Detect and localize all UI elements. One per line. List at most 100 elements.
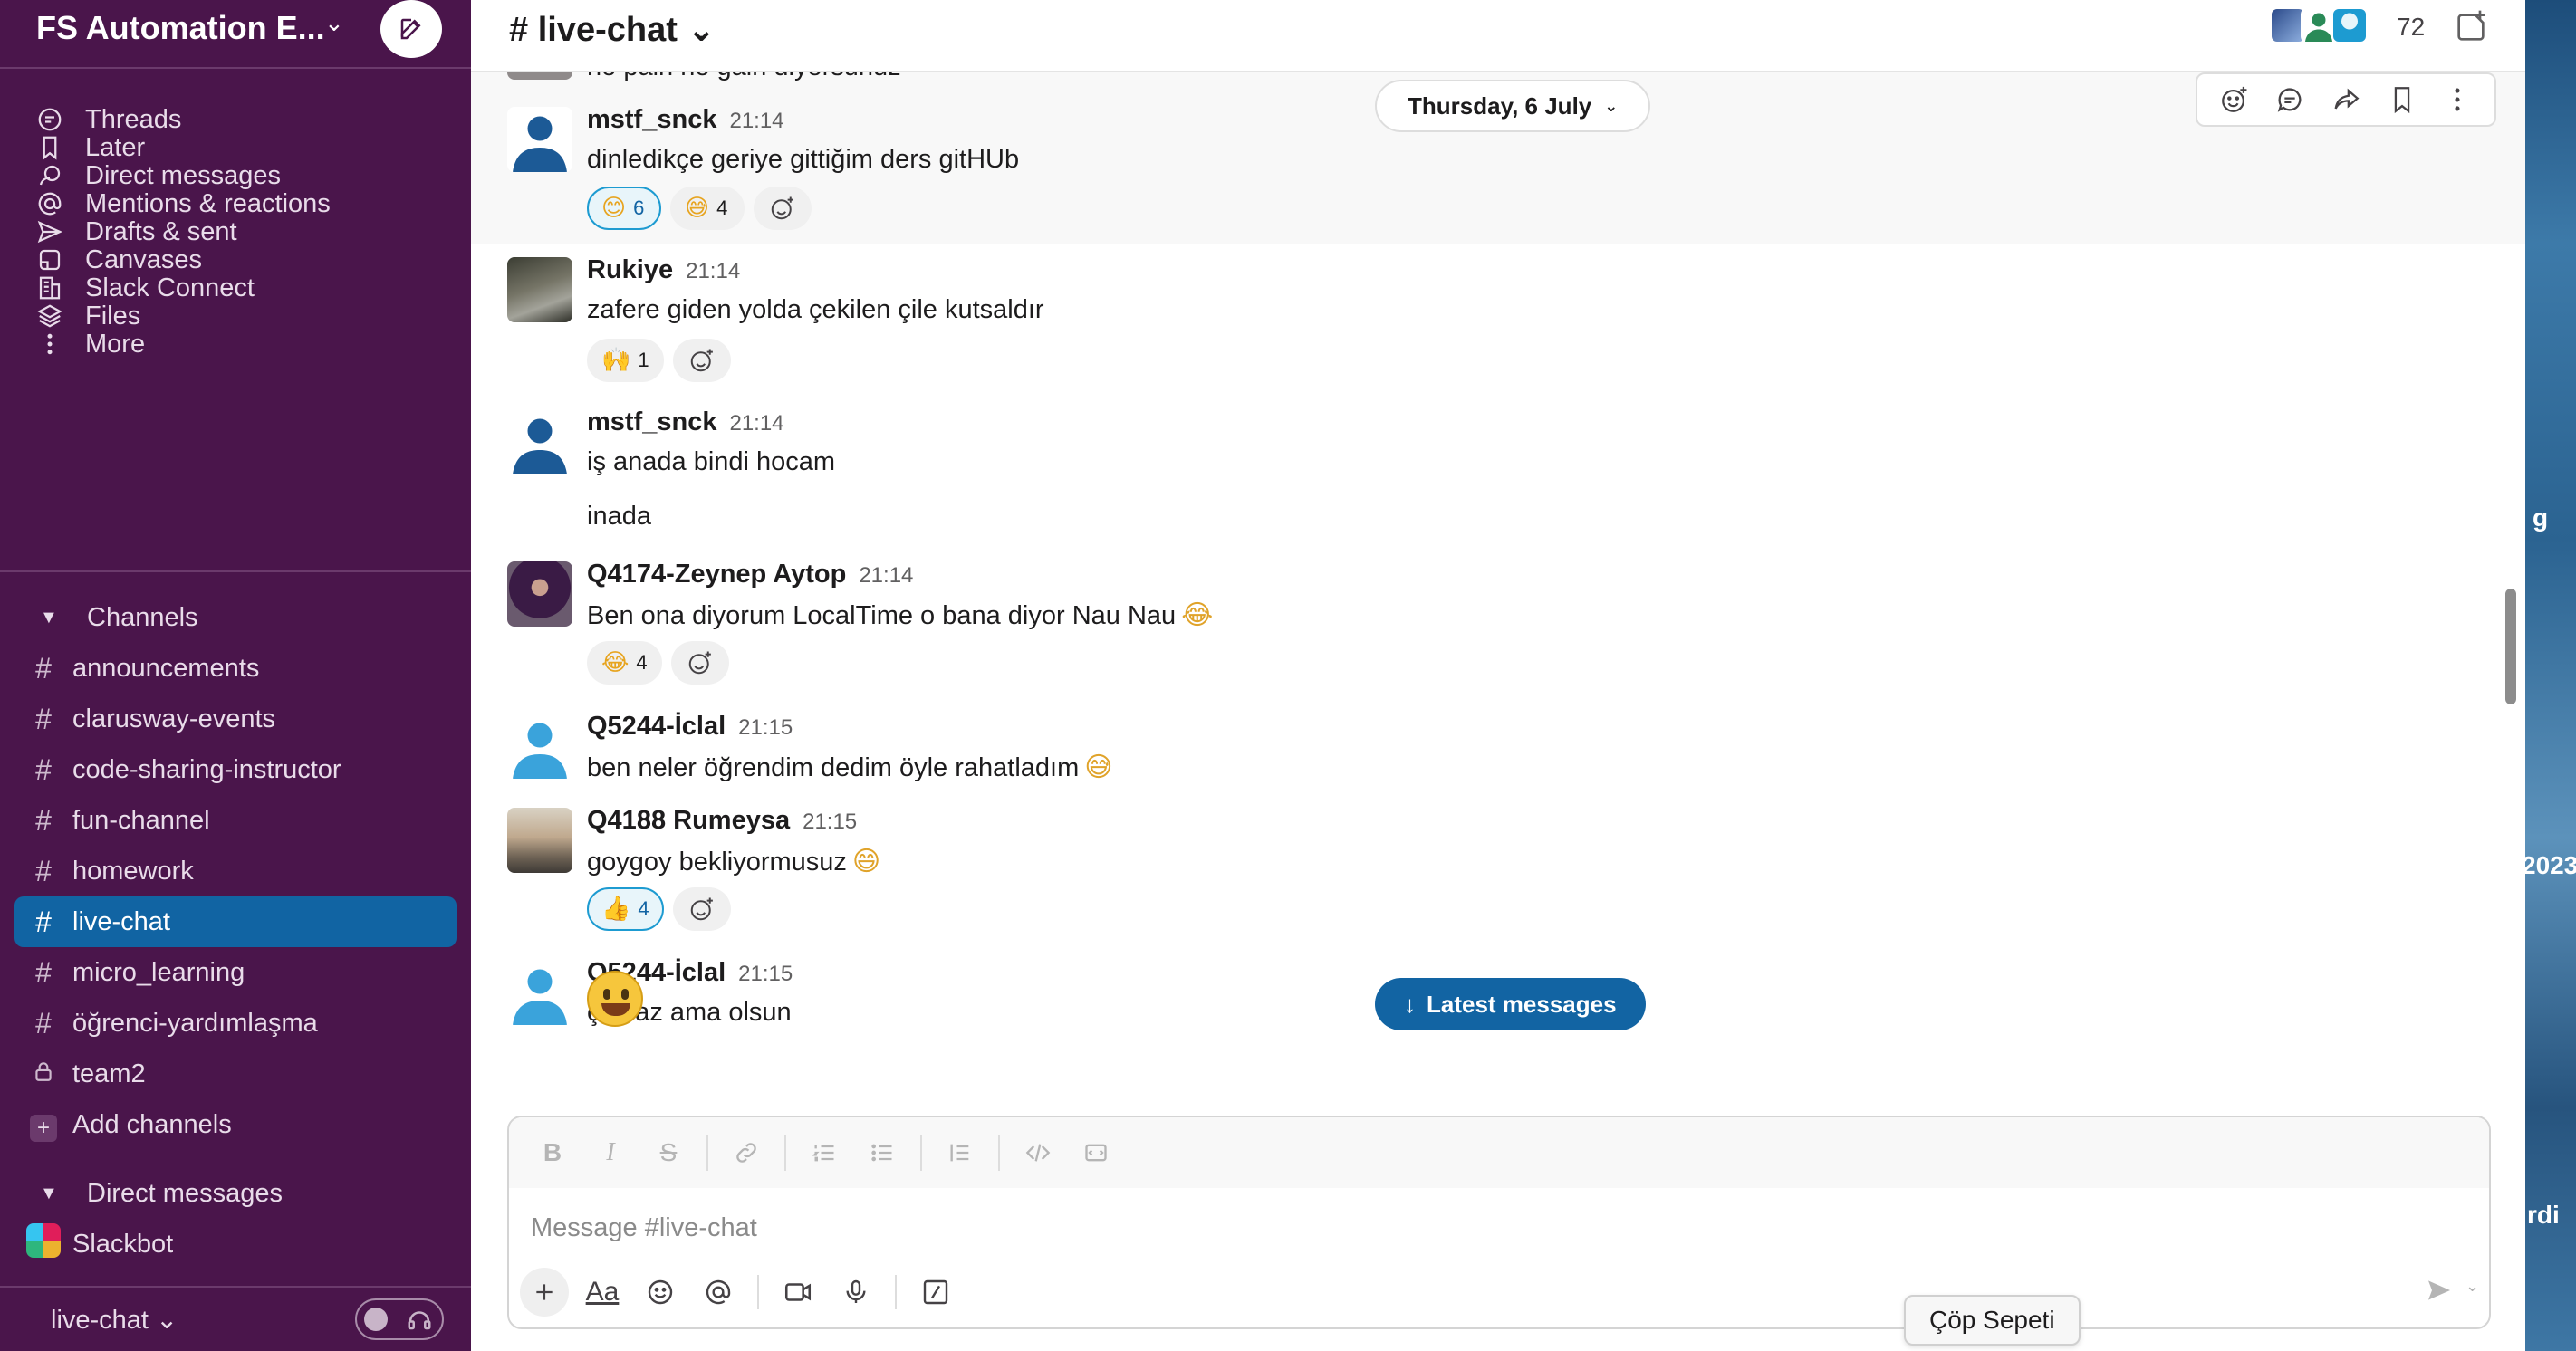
huddle-toggle[interactable] — [355, 1298, 444, 1340]
message-author[interactable]: mstf_snck 21:14 — [587, 105, 784, 135]
avatar[interactable] — [507, 714, 572, 779]
audio-clip-button[interactable] — [831, 1268, 880, 1317]
member-count[interactable]: 72 — [2397, 13, 2425, 42]
divider — [998, 1135, 1000, 1171]
timestamp[interactable]: 21:14 — [859, 563, 913, 588]
author-name[interactable]: mstf_snck — [587, 407, 716, 436]
reactions: 🙌 1 — [587, 339, 731, 382]
italic-button[interactable]: I — [585, 1127, 636, 1178]
add-channels-button[interactable]: + Add channels — [14, 1099, 457, 1150]
channel-clarusway-events[interactable]: # clarusway-events — [14, 694, 457, 744]
avatar[interactable] — [507, 409, 572, 474]
reply-thread-icon[interactable] — [2270, 80, 2310, 120]
current-channel-switcher[interactable]: live-chat ⌄ — [51, 1304, 178, 1336]
workspace-header: FS Automation E... ⌄ — [0, 0, 471, 69]
new-message-button[interactable] — [380, 0, 442, 58]
chevron-down-icon[interactable]: ⌄ — [324, 9, 344, 37]
workspace-name[interactable]: FS Automation E... — [36, 9, 325, 47]
channel-label: homework — [72, 856, 194, 886]
message-author[interactable]: Rukiye 21:14 — [587, 255, 740, 285]
emoji-button[interactable] — [636, 1268, 685, 1317]
bullet-list-button[interactable] — [857, 1127, 908, 1178]
member-avatars[interactable] — [2270, 7, 2368, 43]
message-text: zafere giden yolda çekilen çile kutsaldı… — [587, 295, 1044, 324]
more-actions-icon[interactable] — [2437, 80, 2477, 120]
channel-live-chat[interactable]: # live-chat — [14, 896, 457, 947]
message-author[interactable]: Q5244-İclal 21:15 — [587, 712, 793, 742]
reaction-pill[interactable]: 😊 6 — [587, 187, 661, 230]
add-reaction-button[interactable] — [670, 641, 729, 685]
author-name[interactable]: Q4174-Zeynep Aytop — [587, 560, 846, 589]
dm-slackbot[interactable]: Slackbot — [14, 1219, 457, 1270]
blockquote-button[interactable] — [935, 1127, 985, 1178]
link-button[interactable] — [721, 1127, 772, 1178]
message-author[interactable]: Q4188 Rumeysa 21:15 — [587, 806, 857, 836]
message-author[interactable]: mstf_snck 21:14 — [587, 407, 784, 437]
code-block-button[interactable] — [1071, 1127, 1121, 1178]
wallpaper-text: rdi — [2527, 1201, 2560, 1229]
avatar[interactable] — [507, 960, 572, 1025]
slackbot-avatar — [14, 1223, 72, 1265]
chevron-down-icon[interactable]: ⌄ — [2465, 1277, 2479, 1296]
tooltip: Çöp Sepeti — [1904, 1295, 2081, 1346]
scrollbar-thumb[interactable] — [2505, 589, 2516, 704]
avatar[interactable] — [507, 257, 572, 322]
author-name[interactable]: mstf_snck — [587, 105, 716, 134]
timestamp[interactable]: 21:14 — [729, 411, 783, 436]
channel-fun-channel[interactable]: # fun-channel — [14, 795, 457, 846]
reaction-pill[interactable]: 🙌 1 — [587, 339, 664, 382]
latest-messages-button[interactable]: ↓ Latest messages — [1375, 978, 1646, 1030]
add-reaction-button[interactable] — [754, 187, 812, 230]
channel-title[interactable]: # live-chat ⌄ — [509, 9, 716, 50]
mention-button[interactable] — [694, 1268, 743, 1317]
channel-homework[interactable]: # homework — [14, 846, 457, 896]
message-body: Ben ona diyorum LocalTime o bana diyor N… — [587, 601, 1177, 630]
divider — [895, 1275, 897, 1309]
channel-team2[interactable]: team2 — [14, 1049, 457, 1099]
reaction-pill[interactable]: 😂 4 — [587, 641, 662, 685]
add-reaction-button[interactable] — [672, 339, 731, 382]
video-clip-button[interactable] — [774, 1268, 822, 1317]
channel-announcements[interactable]: # announcements — [14, 643, 457, 694]
date-divider[interactable]: Thursday, 6 July ⌄ — [1375, 80, 1651, 132]
ordered-list-button[interactable] — [799, 1127, 850, 1178]
send-button[interactable] — [2417, 1268, 2462, 1313]
message-text: no pain no gain diyorsunuz — [587, 72, 901, 82]
channels-section-header[interactable]: ▼ Channels — [40, 596, 198, 639]
author-name[interactable]: Q4188 Rumeysa — [587, 806, 790, 835]
timestamp[interactable]: 21:14 — [729, 109, 783, 133]
reaction-pill[interactable]: 😅 4 — [670, 187, 745, 230]
channel-micro-learning[interactable]: # micro_learning — [14, 947, 457, 998]
message-text: Ben ona diyorum LocalTime o bana diyor N… — [587, 599, 1213, 631]
timestamp[interactable]: 21:15 — [738, 715, 793, 740]
timestamp[interactable]: 21:14 — [686, 259, 740, 283]
channel-ogrenci-yardimlasma[interactable]: # öğrenci-yardımlaşma — [14, 998, 457, 1049]
author-name[interactable]: Rukiye — [587, 255, 673, 284]
add-reaction-icon[interactable] — [2215, 80, 2254, 120]
message-input[interactable] — [531, 1208, 1980, 1248]
share-icon[interactable] — [2326, 80, 2366, 120]
code-button[interactable] — [1013, 1127, 1063, 1178]
nav-more[interactable]: More — [36, 322, 145, 366]
message-author[interactable]: Q4174-Zeynep Aytop 21:14 — [587, 560, 913, 589]
shortcuts-button[interactable] — [911, 1268, 960, 1317]
add-reaction-button[interactable] — [672, 887, 731, 931]
timestamp[interactable]: 21:15 — [738, 962, 793, 986]
formatting-toggle-button[interactable]: Aa — [578, 1268, 627, 1317]
canvas-icon[interactable] — [2453, 9, 2489, 50]
channel-code-sharing-instructor[interactable]: # code-sharing-instructor — [14, 744, 457, 795]
avatar[interactable] — [507, 107, 572, 172]
dm-section-header[interactable]: ▼ Direct messages — [40, 1172, 283, 1215]
video-icon — [784, 1283, 812, 1301]
bold-button[interactable]: B — [527, 1127, 578, 1178]
timestamp[interactable]: 21:15 — [803, 810, 857, 834]
avatar[interactable] — [507, 561, 572, 627]
bookmark-icon[interactable] — [2382, 80, 2422, 120]
author-name[interactable]: Q5244-İclal — [587, 712, 726, 741]
reaction-pill[interactable]: 👍 4 — [587, 887, 664, 931]
channel-label: team2 — [72, 1059, 146, 1088]
strikethrough-button[interactable]: S — [643, 1127, 694, 1178]
add-reaction-icon — [690, 897, 713, 921]
attach-button[interactable] — [520, 1268, 569, 1317]
avatar[interactable] — [507, 808, 572, 873]
